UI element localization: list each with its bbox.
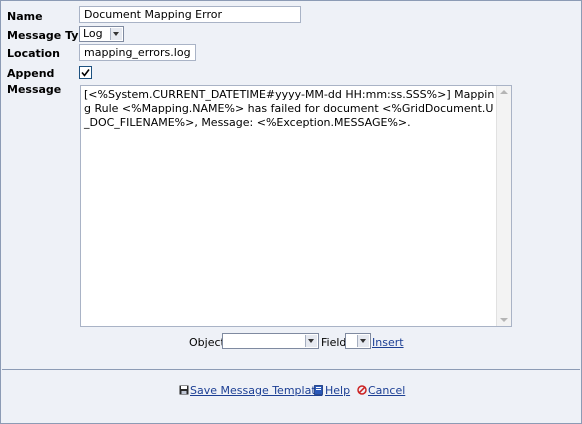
cancel-circle-icon[interactable]	[357, 385, 367, 395]
chevron-down-icon[interactable]	[357, 335, 369, 347]
cancel-button[interactable]: Cancel	[368, 384, 405, 397]
save-button[interactable]: Save Message Template	[190, 384, 322, 397]
save-disk-icon[interactable]	[179, 385, 189, 395]
checkmark-icon	[81, 69, 90, 77]
scroll-down-icon[interactable]	[500, 318, 508, 322]
append-label: Append	[7, 67, 55, 80]
message-scrollbar[interactable]	[496, 86, 511, 326]
chevron-down-icon[interactable]	[110, 28, 122, 40]
message-type-select[interactable]: Log	[79, 26, 124, 42]
object-select[interactable]	[222, 333, 319, 349]
message-textarea[interactable]: [<%System.CURRENT_DATETIME#yyyy-MM-dd HH…	[80, 85, 512, 327]
message-label: Message	[7, 83, 62, 96]
insert-link[interactable]: Insert	[372, 336, 404, 349]
message-text: [<%System.CURRENT_DATETIME#yyyy-MM-dd HH…	[84, 88, 495, 129]
chevron-down-icon[interactable]	[305, 335, 317, 347]
help-book-icon[interactable]	[314, 385, 324, 395]
location-input[interactable]: mapping_errors.log	[79, 44, 196, 61]
scroll-up-icon[interactable]	[500, 90, 508, 94]
footer: Save Message Template Help Cancel	[2, 370, 580, 423]
help-button[interactable]: Help	[325, 384, 350, 397]
append-checkbox[interactable]	[79, 66, 92, 79]
object-label: Object	[189, 336, 225, 349]
name-input[interactable]: Document Mapping Error	[79, 6, 301, 23]
field-select[interactable]	[345, 333, 371, 349]
form-area: Name Document Mapping Error Message Type…	[2, 2, 580, 369]
message-type-value: Log	[83, 27, 103, 40]
field-label: Field	[321, 336, 347, 349]
location-label: Location	[7, 47, 60, 60]
dialog-frame: Name Document Mapping Error Message Type…	[0, 0, 582, 424]
name-label: Name	[7, 10, 43, 23]
